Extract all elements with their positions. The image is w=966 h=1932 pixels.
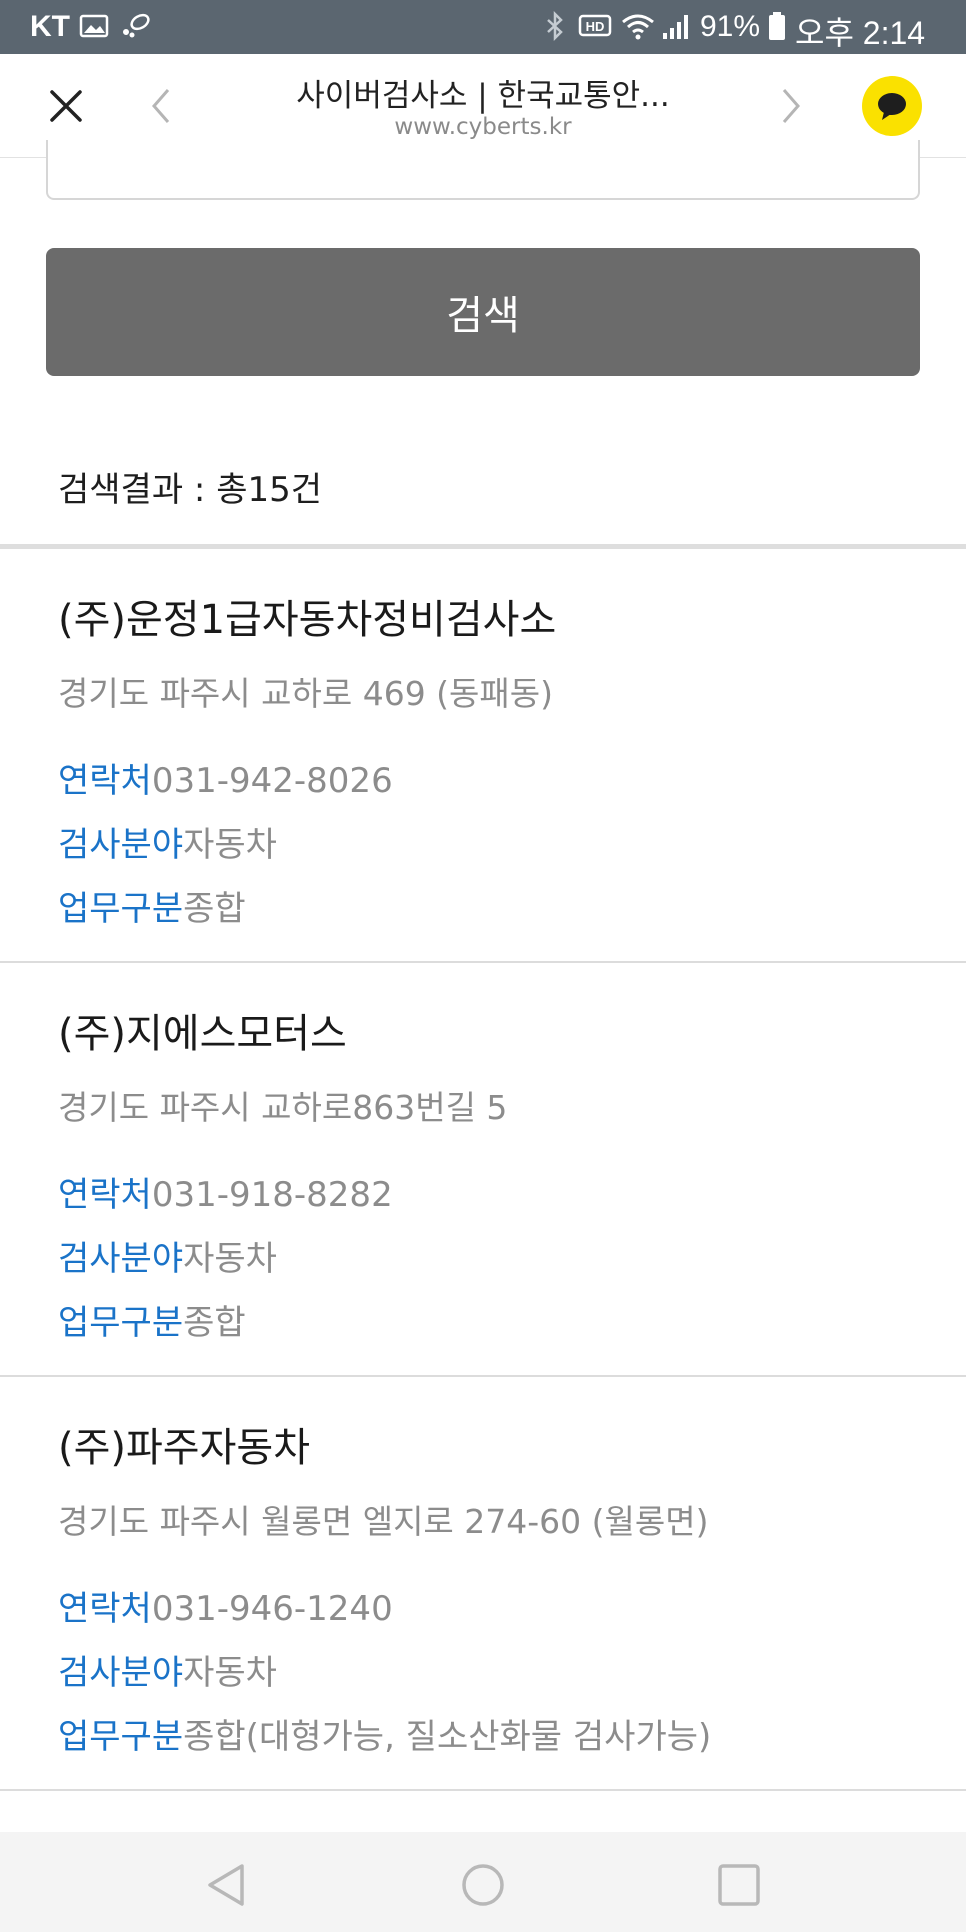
work-type-value: 종합	[183, 1303, 246, 1343]
work-type-label: 업무구분	[58, 889, 184, 929]
field-label: 검사분야	[58, 825, 184, 865]
field-row: 검사분야자동차	[58, 1645, 277, 1694]
result-list: (주)운정1급자동차정비검사소 경기도 파주시 교하로 469 (동패동) 연락…	[0, 549, 966, 1791]
navigation-bar	[0, 1832, 966, 1932]
kakao-share-button[interactable]	[862, 76, 922, 136]
contact-value[interactable]: 031-946-1240	[152, 1589, 393, 1629]
field-label: 검사분야	[58, 1653, 184, 1693]
field-row: 검사분야자동차	[58, 817, 277, 866]
contact-row: 연락처031-946-1240	[58, 1581, 393, 1630]
clock: 오후 2:14	[795, 15, 926, 51]
hd-icon: HD	[578, 14, 612, 37]
back-button[interactable]	[132, 76, 192, 136]
work-type-row: 업무구분종합(대형가능, 질소산화물 검사가능)	[58, 1709, 711, 1758]
nav-recent-apps-icon[interactable]	[714, 1860, 764, 1910]
result-item[interactable]: (주)파주자동차 경기도 파주시 월롱면 엘지로 274-60 (월롱면) 연락…	[0, 1377, 966, 1791]
field-row: 검사분야자동차	[58, 1231, 277, 1280]
carrier-label: KT	[30, 10, 70, 43]
field-value: 자동차	[183, 1239, 277, 1279]
field-value: 자동차	[183, 825, 277, 865]
work-type-label: 업무구분	[58, 1303, 184, 1343]
result-name: (주)파주자동차	[58, 1425, 311, 1471]
work-type-row: 업무구분종합	[58, 1295, 246, 1344]
work-type-label: 업무구분	[58, 1717, 184, 1757]
chat-bubble-icon	[878, 93, 906, 120]
chevron-right-icon	[782, 89, 800, 123]
contact-row: 연락처031-918-8282	[58, 1167, 393, 1216]
gallery-icon	[79, 14, 109, 38]
page-title: 사이버검사소 | 한국교통안...	[296, 78, 670, 114]
signal-icon	[663, 15, 688, 39]
contact-label: 연락처	[58, 1175, 152, 1215]
search-input[interactable]	[46, 140, 920, 200]
field-value: 자동차	[183, 1653, 277, 1693]
result-address: 경기도 파주시 교하로 469 (동패동)	[58, 674, 554, 713]
close-button[interactable]	[36, 76, 96, 136]
close-icon	[50, 90, 82, 122]
result-address: 경기도 파주시 월롱면 엘지로 274-60 (월롱면)	[58, 1502, 709, 1541]
result-item[interactable]: (주)지에스모터스 경기도 파주시 교하로863번길 5 연락처031-918-…	[0, 963, 966, 1377]
result-address: 경기도 파주시 교하로863번길 5	[58, 1088, 508, 1127]
nav-back-icon[interactable]	[202, 1860, 252, 1910]
page-url: www.cyberts.kr	[394, 114, 572, 140]
search-button[interactable]: 검색	[46, 248, 920, 376]
nav-home-icon[interactable]	[458, 1860, 508, 1910]
status-bar: KT HD 91% 오후 2:14	[0, 0, 966, 54]
footprint-icon	[123, 13, 150, 38]
contact-label: 연락처	[58, 1589, 152, 1629]
svg-text:HD: HD	[586, 19, 605, 34]
contact-value[interactable]: 031-918-8282	[152, 1175, 393, 1215]
contact-value[interactable]: 031-942-8026	[152, 761, 393, 801]
field-label: 검사분야	[58, 1239, 184, 1279]
result-name: (주)운정1급자동차정비검사소	[58, 597, 557, 643]
work-type-value: 종합	[183, 889, 246, 929]
bluetooth-icon	[547, 11, 563, 41]
work-type-row: 업무구분종합	[58, 881, 246, 930]
contact-label: 연락처	[58, 761, 152, 801]
result-item[interactable]: (주)운정1급자동차정비검사소 경기도 파주시 교하로 469 (동패동) 연락…	[0, 549, 966, 963]
wifi-icon	[622, 14, 654, 40]
battery-percent: 91%	[700, 10, 761, 43]
result-name: (주)지에스모터스	[58, 1011, 347, 1057]
forward-button[interactable]	[760, 76, 820, 136]
result-summary: 검색결과 : 총15건	[58, 470, 323, 510]
battery-icon	[769, 12, 785, 40]
work-type-value: 종합(대형가능, 질소산화물 검사가능)	[183, 1717, 712, 1757]
contact-row: 연락처031-942-8026	[58, 753, 393, 802]
chevron-left-icon	[152, 89, 170, 123]
